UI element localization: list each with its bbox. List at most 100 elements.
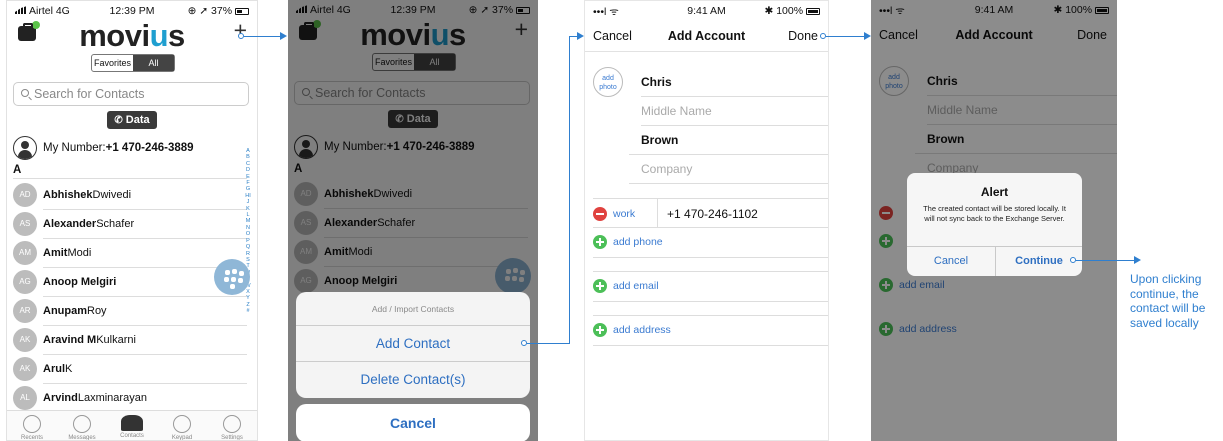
remove-phone-icon[interactable]	[593, 207, 607, 221]
alert-message: The created contact will be stored local…	[923, 204, 1066, 223]
list-item[interactable]: AK Aravind M Kulkarni	[13, 326, 136, 354]
search-input[interactable]: Search for Contacts	[13, 82, 249, 106]
movius-logo: movius	[79, 18, 185, 53]
tab-recents[interactable]: Recents	[12, 415, 52, 440]
last-name-field[interactable]: Brown	[641, 126, 678, 154]
arrow-head-icon	[864, 32, 871, 40]
phone-icon: ✆	[114, 115, 123, 126]
avatar: AK	[13, 357, 37, 381]
avatar: AR	[13, 299, 37, 323]
contact-first-name: Arvind	[43, 392, 78, 404]
flow-arrow-3	[826, 36, 864, 37]
add-address-icon[interactable]	[593, 323, 607, 337]
contact-first-name: Alexander	[43, 218, 97, 230]
contacts-screen: Airtel 4G 12:39 PM ⊕ ➚ 37% movius + Favo…	[6, 0, 258, 441]
alphabet-index[interactable]: ABCDEFGHIJKLMNOPQRSTUVWXYZ#	[245, 148, 251, 315]
contacts-icon	[121, 415, 143, 431]
add-address-button[interactable]: add address	[613, 324, 671, 336]
my-number: My Number: +1 470-246-3889	[13, 136, 194, 160]
middle-name-field[interactable]: Middle Name	[641, 97, 712, 125]
status-bar: Airtel 4G 12:39 PM ⊕ ➚ 37%	[7, 1, 257, 19]
contact-last-name: Roy	[87, 305, 107, 317]
tab-messages[interactable]: Messages	[62, 415, 102, 440]
favorites-all-toggle: Favorites All	[91, 54, 175, 72]
tab-contacts[interactable]: Contacts	[112, 415, 152, 439]
avatar: AG	[13, 270, 37, 294]
tab-all[interactable]: All	[133, 55, 174, 71]
cancel-button[interactable]: Cancel	[296, 404, 530, 441]
user-icon	[13, 136, 37, 160]
contact-last-name: Schafer	[96, 218, 135, 230]
flow-arrow-4	[1076, 260, 1134, 261]
done-button[interactable]: Done	[788, 29, 818, 43]
tab-favorites[interactable]: Favorites	[92, 55, 133, 71]
list-item[interactable]: AD Abhishek Dwivedi	[13, 181, 131, 209]
flow-arrow-2	[527, 343, 569, 344]
contact-last-name: Laxminarayan	[77, 392, 147, 404]
tab-settings[interactable]: Settings	[212, 415, 252, 440]
contact-first-name: Anupam	[43, 305, 87, 317]
status-bar: •••l ᯤ 9:41 AM ✱ 100%	[585, 1, 828, 19]
add-contact-button[interactable]: Add Contact	[296, 326, 530, 362]
add-email-button[interactable]: add email	[613, 280, 659, 292]
company-field[interactable]: Company	[641, 155, 692, 183]
arrow-head-icon	[1134, 256, 1141, 264]
list-item[interactable]: AR Anupam Roy	[13, 297, 107, 325]
phone-label[interactable]: work	[613, 208, 635, 220]
contact-first-name: Arul	[43, 363, 65, 375]
alert-dialog: Alert The created contact will be stored…	[907, 173, 1082, 276]
add-email-icon[interactable]	[593, 279, 607, 293]
contact-first-name: Amit	[43, 247, 68, 259]
add-phone-icon[interactable]	[593, 235, 607, 249]
chat-icon	[73, 415, 91, 433]
arrow-head-icon	[577, 32, 584, 40]
tab-bar: Recents Messages Contacts Keypad Setting…	[7, 410, 257, 440]
blackberry-icon[interactable]	[214, 259, 250, 295]
data-button[interactable]: ✆ Data	[107, 111, 157, 129]
contact-last-name: Modi	[67, 247, 92, 259]
divider	[13, 178, 247, 179]
avatar: AD	[13, 183, 37, 207]
action-sheet-title: Add / Import Contacts	[296, 292, 530, 326]
flow-arrow-1	[244, 36, 280, 37]
tab-keypad[interactable]: Keypad	[162, 415, 202, 440]
more-icon	[223, 415, 241, 433]
contact-last-name: K	[65, 363, 73, 375]
contact-last-name: Dwivedi	[92, 189, 132, 201]
avatar: AL	[13, 386, 37, 410]
keypad-icon	[173, 415, 191, 433]
contact-last-name: Kulkarni	[96, 334, 136, 346]
section-header: A	[13, 164, 22, 176]
contact-first-name: Aravind M	[43, 334, 97, 346]
phone-field[interactable]: +1 470-246-1102	[667, 207, 758, 221]
list-item[interactable]: AM Amit Modi	[13, 239, 91, 267]
list-item[interactable]: AL Arvind Laxminarayan	[13, 384, 147, 412]
alert-continue-button[interactable]: Continue	[996, 246, 1082, 276]
avatar: AS	[13, 212, 37, 236]
add-import-screen: Airtel 4G 12:39 PM ⊕ ➚ 37% movius + Favo…	[288, 0, 538, 441]
add-phone-button[interactable]: add phone	[613, 236, 663, 248]
avatar: AK	[13, 328, 37, 352]
first-name-field[interactable]: Chris	[641, 68, 672, 96]
alert-cancel-button[interactable]: Cancel	[907, 246, 995, 276]
list-item[interactable]: AK Arul K	[13, 355, 72, 383]
contact-first-name: Anoop Melgiri	[43, 276, 117, 288]
alert-title: Alert	[980, 185, 1009, 199]
contact-first-name: Abhishek	[43, 189, 93, 201]
avatar: AM	[13, 241, 37, 265]
battery-icon	[806, 8, 820, 15]
nav-bar: Cancel Add Account Done	[585, 23, 828, 49]
clock-icon	[23, 415, 41, 433]
action-sheet: Add / Import Contacts Add Contact Delete…	[296, 292, 530, 398]
alert-screen: •••l ᯤ 9:41 AM ✱ 100% Cancel Add Account…	[871, 0, 1117, 441]
flow-arrow-2-vertical	[569, 36, 570, 344]
list-item[interactable]: AS Alexander Schafer	[13, 210, 134, 238]
search-icon	[21, 89, 29, 97]
divider	[43, 354, 247, 355]
delete-contacts-button[interactable]: Delete Contact(s)	[296, 362, 530, 398]
arrow-head-icon	[280, 32, 287, 40]
add-photo-button[interactable]: add photo	[593, 67, 623, 97]
add-account-screen: •••l ᯤ 9:41 AM ✱ 100% Cancel Add Account…	[584, 0, 829, 441]
annotation-note: Upon clicking continue, the contact will…	[1130, 272, 1206, 330]
list-item[interactable]: AG Anoop Melgiri	[13, 268, 116, 296]
